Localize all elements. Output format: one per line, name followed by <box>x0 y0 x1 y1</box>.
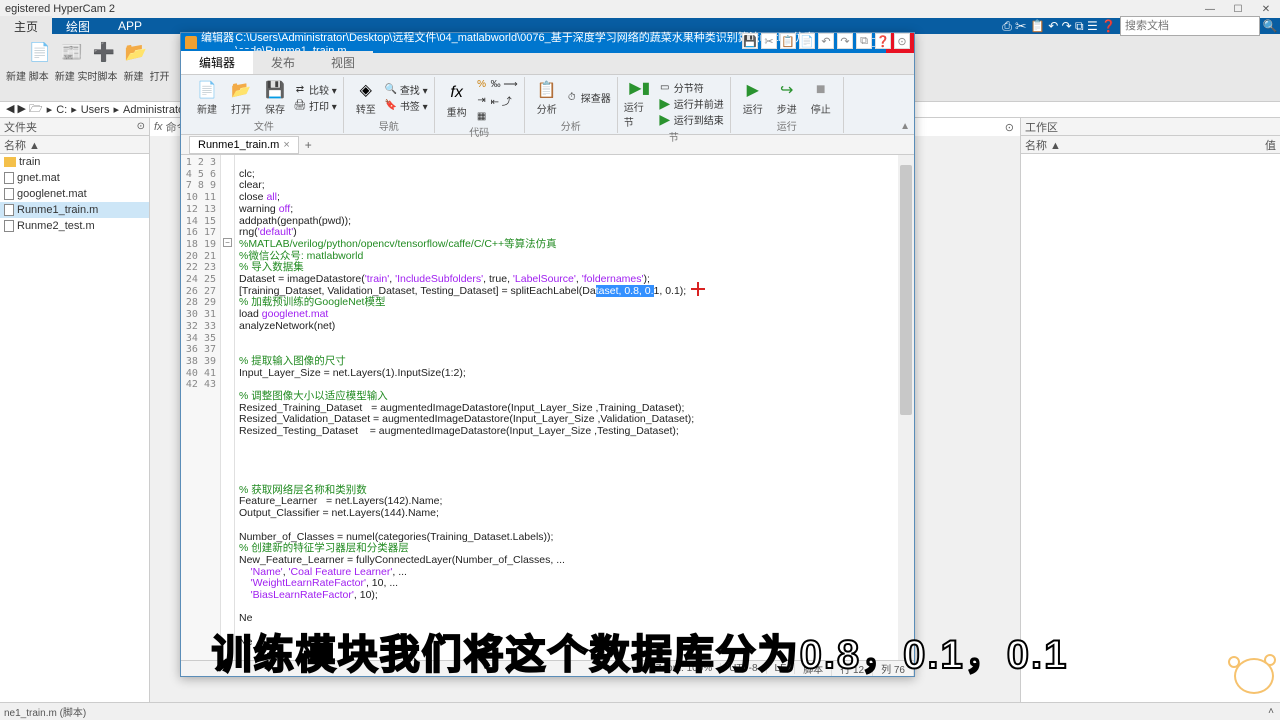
files-panel: 文件夹 ⊙ 名称 ▲ train gnet.mat googlenet.mat … <box>0 118 150 703</box>
stop-button[interactable]: ■停止 <box>805 79 837 116</box>
editor-ribbon: 📄新建 📂打开 💾保存 ⇄比较 ▾ 🖨打印 ▾ 文件 ◈转至 🔍查找 ▾ 🔖书签… <box>181 75 914 135</box>
status-col: 列 76 <box>873 661 914 676</box>
new-button[interactable]: 📄新建 <box>191 79 223 116</box>
hypercam-title: egistered HyperCam 2 <box>5 3 115 15</box>
qat-more-icon[interactable]: ⊙ <box>894 33 910 49</box>
search-input[interactable] <box>1120 16 1260 36</box>
find-link[interactable]: 🔍查找 ▾ <box>384 82 428 97</box>
selected-text: taset, 0.8, 0. <box>596 285 654 297</box>
search-icon[interactable]: 🔍 <box>1260 16 1280 36</box>
expand-icon[interactable]: ˄ <box>1268 706 1274 717</box>
qat-save-icon[interactable]: 💾 <box>742 33 758 49</box>
analyze-button[interactable]: 📋分析 <box>531 79 563 116</box>
fold-box-icon[interactable]: − <box>223 238 232 247</box>
print-link[interactable]: 🖨打印 ▾ <box>293 98 337 113</box>
qat-help-icon[interactable]: ❓ <box>875 33 891 49</box>
tab-app[interactable]: APP <box>104 17 156 35</box>
qat-paste-icon[interactable]: 📄 <box>799 33 815 49</box>
list-item[interactable]: train <box>0 154 149 170</box>
open-icon[interactable]: 📂 <box>122 38 150 66</box>
bookmark-link[interactable]: 🔖书签 ▾ <box>384 98 428 113</box>
tab-view[interactable]: 视图 <box>313 51 373 74</box>
new-script-icon[interactable]: 📄 <box>26 38 54 66</box>
new-live-script-icon[interactable]: 📰 <box>58 38 86 66</box>
tab-editor[interactable]: 编辑器 <box>181 49 253 74</box>
profiler-link[interactable]: ⏱探查器 <box>565 90 611 105</box>
refactor-button[interactable]: fx重构 <box>441 82 473 119</box>
search-box-container: ⎙ ✂ 📋 ↶ ↷ ⧉ ☰ ❓ 🔍 <box>1002 16 1280 36</box>
fold-column[interactable]: − <box>221 155 235 660</box>
editor-icon <box>185 36 197 50</box>
collapse-ribbon-icon[interactable]: ▲ <box>900 121 910 132</box>
workspace-panel: 工作区 名称 ▲ 值 <box>1020 118 1280 703</box>
tab-publish[interactable]: 发布 <box>253 51 313 74</box>
qat-cut-icon[interactable]: ✂ <box>761 33 777 49</box>
file-tab[interactable]: Runme1_train.m × <box>189 136 299 154</box>
qat-dock-icon[interactable]: ⧉ <box>856 33 872 49</box>
run-section-button[interactable]: ▶▮运行 节 <box>624 77 656 129</box>
qat-redo-icon[interactable]: ↷ <box>837 33 853 49</box>
open-button[interactable]: 📂打开 <box>225 79 257 116</box>
list-item[interactable]: gnet.mat <box>0 170 149 186</box>
qat-undo-icon[interactable]: ↶ <box>818 33 834 49</box>
code-editor[interactable]: clc; clear; close all; warning off; addp… <box>235 155 914 660</box>
status-zoom[interactable]: Zoom: 100% <box>647 663 721 674</box>
files-panel-header: 文件夹 ⊙ <box>0 118 149 136</box>
editor-toolstrip-tabs: 编辑器 发布 视图 <box>181 53 914 75</box>
list-item[interactable]: Runme2_test.m <box>0 218 149 234</box>
code-area[interactable]: for(let i=1;i<=43;i++)document.write(i+'… <box>181 155 914 660</box>
workspace-name-col[interactable]: 名称 ▲ <box>1025 137 1061 153</box>
add-tab-button[interactable]: + <box>299 136 318 154</box>
line-gutter: for(let i=1;i<=43;i++)document.write(i+'… <box>181 155 221 660</box>
files-name-column[interactable]: 名称 ▲ <box>0 136 149 154</box>
bottom-tab-label[interactable]: ne1_train.m (脚本) <box>4 704 86 719</box>
step-button[interactable]: ↪步进 <box>771 79 803 116</box>
editor-window: 编辑器 - C:\Users\Administrator\Desktop\远程文… <box>180 32 915 677</box>
run-button[interactable]: ▶运行 <box>737 79 769 116</box>
list-item[interactable]: Runme1_train.m <box>0 202 149 218</box>
vertical-scrollbar[interactable] <box>898 155 914 660</box>
workspace-value-col[interactable]: 值 <box>1265 137 1276 153</box>
editor-status-bar: Zoom: 100% UTF-8 LF 脚本 行 12 列 76 <box>181 660 914 676</box>
file-tab-bar: Runme1_train.m × + <box>181 135 914 155</box>
status-line: 行 12 <box>832 661 873 676</box>
bottom-tab-bar: ne1_train.m (脚本) ˄ <box>0 702 1280 720</box>
tab-home[interactable]: 主页 <box>0 16 52 37</box>
save-button[interactable]: 💾保存 <box>259 79 291 116</box>
mascot-icon <box>1228 652 1276 700</box>
close-tab-icon[interactable]: × <box>283 139 289 151</box>
status-encoding: UTF-8 <box>721 663 766 674</box>
qat-copy-icon[interactable]: 📋 <box>780 33 796 49</box>
status-eol: LF <box>767 663 796 674</box>
new-icon[interactable]: ➕ <box>90 38 118 66</box>
panel-options-icon[interactable]: ⊙ <box>137 121 145 132</box>
tab-plot[interactable]: 绘图 <box>52 16 104 37</box>
list-item[interactable]: googlenet.mat <box>0 186 149 202</box>
status-type: 脚本 <box>795 661 832 676</box>
goto-button[interactable]: ◈转至 <box>350 79 382 116</box>
compare-link[interactable]: ⇄比较 ▾ <box>293 82 337 97</box>
